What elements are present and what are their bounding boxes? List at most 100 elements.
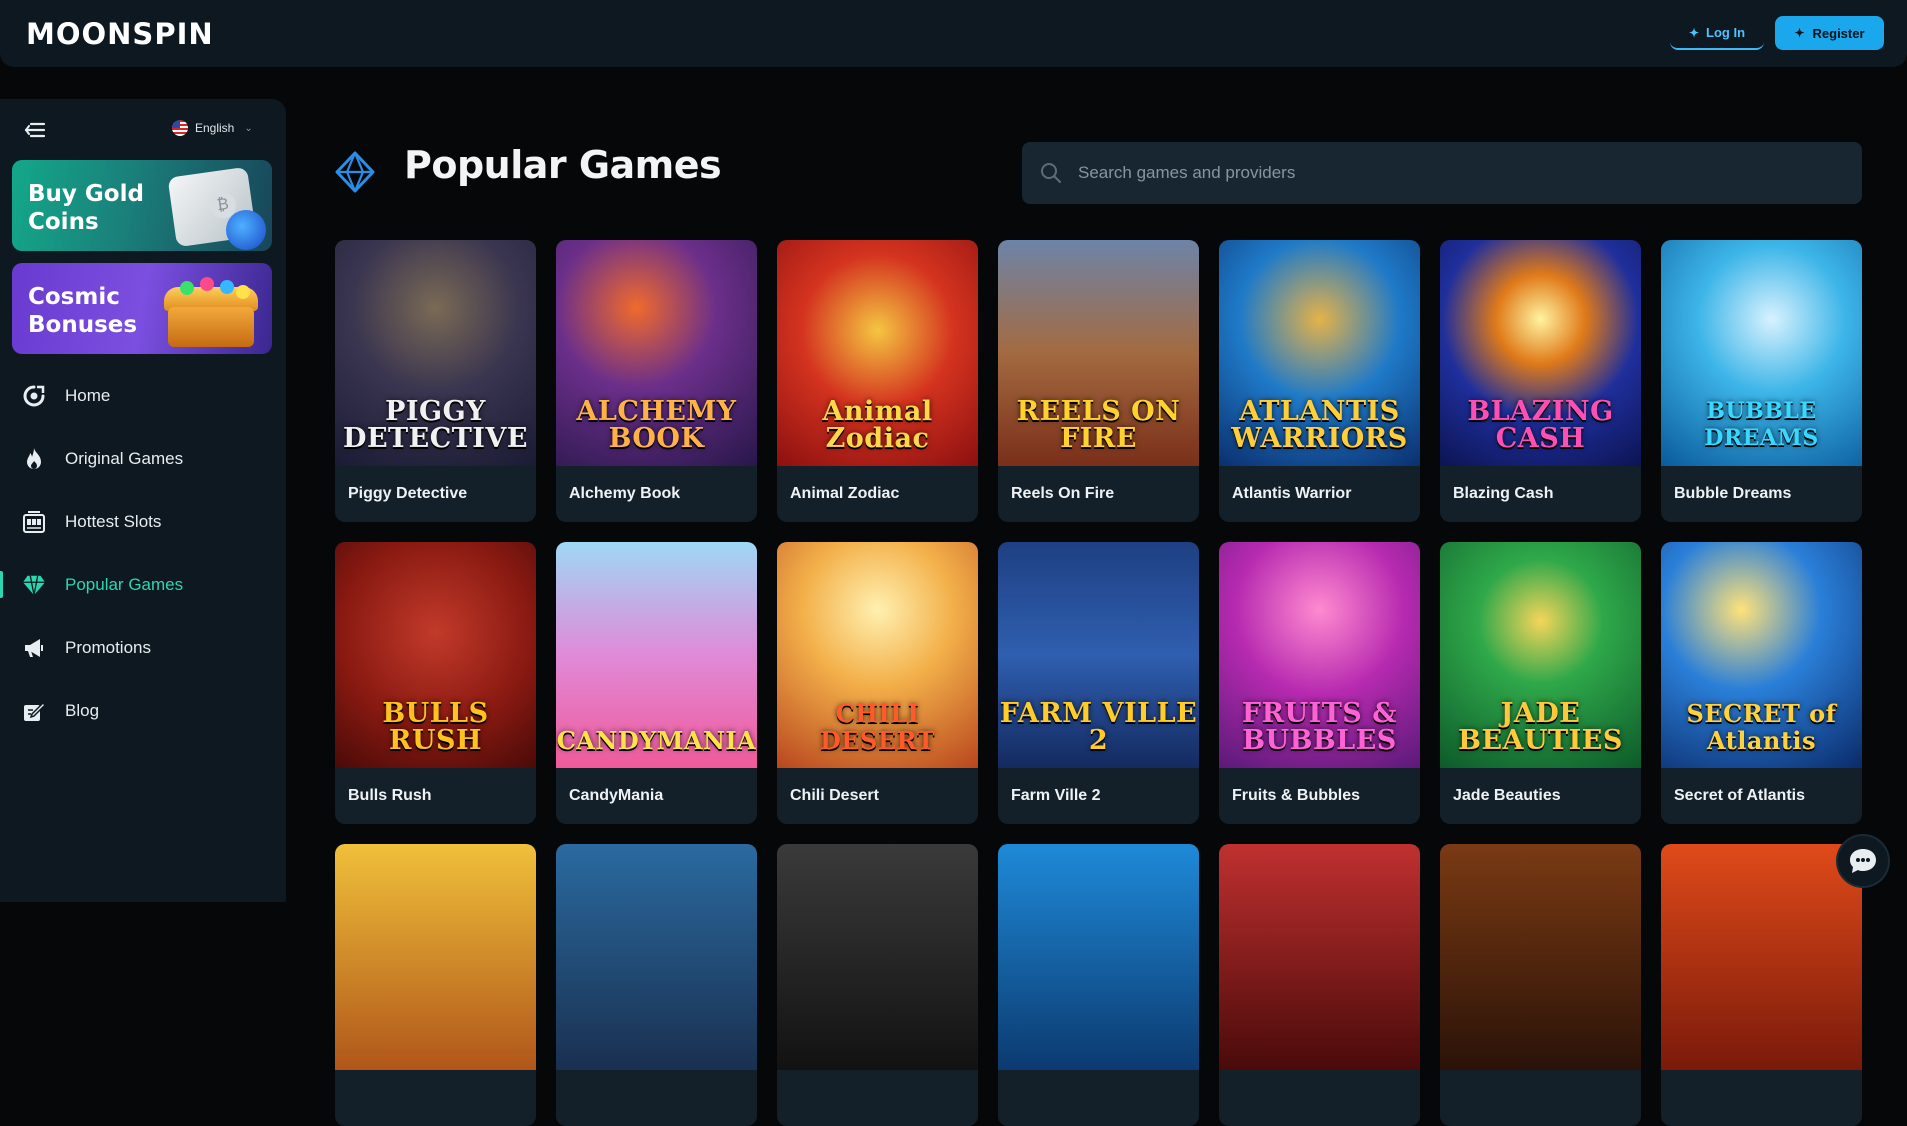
game-card-jade-beauties[interactable]: JADE BEAUTIES Jade Beauties <box>1440 542 1641 824</box>
edit-icon <box>22 699 46 723</box>
game-title: Secret of Atlantis <box>1674 787 1805 804</box>
game-card-fruits-bubbles[interactable]: FRUITS & BUBBLES Fruits & Bubbles <box>1219 542 1420 824</box>
sidebar-item-label: Original Games <box>65 448 184 468</box>
games-grid: PIGGY DETECTIVE Piggy Detective ALCHEMY … <box>335 240 1862 1126</box>
game-card[interactable] <box>1661 844 1862 1126</box>
game-title: Blazing Cash <box>1453 485 1554 502</box>
top-bar: MOONSPIN ✦ Log In ✦ Register <box>0 0 1907 67</box>
login-label: Log In <box>1706 25 1746 40</box>
game-thumbnail: BLAZING CASH <box>1440 240 1641 466</box>
coin-icon <box>226 210 266 250</box>
language-selector[interactable]: English ⌄ <box>172 120 253 136</box>
game-title: CandyMania <box>569 787 664 804</box>
collapse-menu-icon[interactable] <box>24 121 46 139</box>
game-thumbnail <box>335 844 536 1070</box>
sidebar-item-label: Popular Games <box>65 574 184 594</box>
sidebar-item-popular-games[interactable]: Popular Games <box>0 553 286 616</box>
game-thumbnail: JADE BEAUTIES <box>1440 542 1641 768</box>
game-thumbnail: ATLANTIS WARRIORS <box>1219 240 1420 466</box>
game-thumbnail <box>1219 844 1420 1070</box>
game-card-chili-desert[interactable]: CHILI DESERT Chili Desert <box>777 542 978 824</box>
sidebar: English ⌄ Buy Gold Coins Cosmic Bonuses … <box>0 99 286 902</box>
game-card[interactable] <box>556 844 757 1126</box>
cosmic-bonuses-banner[interactable]: Cosmic Bonuses <box>12 263 272 354</box>
game-card[interactable] <box>335 844 536 1126</box>
register-button[interactable]: ✦ Register <box>1775 16 1884 50</box>
game-card-atlantis-warrior[interactable]: ATLANTIS WARRIORS Atlantis Warrior <box>1219 240 1420 522</box>
buy-gold-coins-banner[interactable]: Buy Gold Coins <box>12 160 272 251</box>
promo-label: Buy Gold Coins <box>28 181 144 235</box>
game-card-alchemy-book[interactable]: ALCHEMY BOOK Alchemy Book <box>556 240 757 522</box>
game-logo-text: REELS ON FIRE <box>1016 396 1181 454</box>
sidebar-nav: Home Original Games Hottest Slots Popula… <box>0 364 286 742</box>
game-logo-text: CANDYMANIA <box>556 726 757 755</box>
game-logo-text: BUBBLE DREAMS <box>1704 398 1819 451</box>
game-title: Atlantis Warrior <box>1232 485 1352 502</box>
us-flag-icon <box>172 120 188 136</box>
game-thumbnail: BUBBLE DREAMS <box>1661 240 1862 466</box>
game-logo-text: SECRET of Atlantis <box>1686 699 1837 755</box>
chat-icon <box>1850 849 1876 873</box>
game-logo-text: FARM VILLE 2 <box>999 698 1198 756</box>
game-logo-text: ALCHEMY BOOK <box>576 396 737 454</box>
game-title: Animal Zodiac <box>790 485 900 502</box>
game-card-bubble-dreams[interactable]: BUBBLE DREAMS Bubble Dreams <box>1661 240 1862 522</box>
game-thumbnail: CANDYMANIA <box>556 542 757 768</box>
moonspin-logo[interactable]: MOONSPIN <box>26 17 214 51</box>
game-card-blazing-cash[interactable]: BLAZING CASH Blazing Cash <box>1440 240 1641 522</box>
sparkle-icon: ✦ <box>1794 26 1805 40</box>
sidebar-item-hottest-slots[interactable]: Hottest Slots <box>0 490 286 553</box>
diamond-icon <box>22 573 46 597</box>
game-logo-text: BULLS RUSH <box>382 698 489 756</box>
chevron-down-icon: ⌄ <box>244 122 253 134</box>
register-label: Register <box>1812 25 1865 41</box>
game-logo-text: CHILI DESERT <box>819 699 936 755</box>
search-input[interactable] <box>1078 163 1838 183</box>
game-card-candymania[interactable]: CANDYMANIA CandyMania <box>556 542 757 824</box>
search-bar[interactable] <box>1022 142 1862 204</box>
game-card-animal-zodiac[interactable]: Animal Zodiac Animal Zodiac <box>777 240 978 522</box>
flame-icon <box>22 447 46 471</box>
chat-support-button[interactable] <box>1838 836 1888 886</box>
game-thumbnail: PIGGY DETECTIVE <box>335 240 536 466</box>
game-title: Fruits & Bubbles <box>1232 787 1361 804</box>
megaphone-icon <box>22 636 46 660</box>
game-thumbnail: FARM VILLE 2 <box>998 542 1199 768</box>
game-thumbnail: BULLS RUSH <box>335 542 536 768</box>
game-title: Piggy Detective <box>348 485 468 502</box>
game-thumbnail <box>777 844 978 1070</box>
game-thumbnail: SECRET of Atlantis <box>1661 542 1862 768</box>
game-thumbnail: Animal Zodiac <box>777 240 978 466</box>
game-card[interactable] <box>777 844 978 1126</box>
sidebar-item-original-games[interactable]: Original Games <box>0 427 286 490</box>
game-title: Bulls Rush <box>348 787 432 804</box>
sidebar-item-home[interactable]: Home <box>0 364 286 427</box>
game-thumbnail <box>1440 844 1641 1070</box>
game-thumbnail <box>998 844 1199 1070</box>
game-card-piggy-detective[interactable]: PIGGY DETECTIVE Piggy Detective <box>335 240 536 522</box>
game-card[interactable] <box>1440 844 1641 1126</box>
search-icon <box>1041 163 1061 183</box>
game-thumbnail <box>556 844 757 1070</box>
language-label: English <box>195 121 235 135</box>
game-card-bulls-rush[interactable]: BULLS RUSH Bulls Rush <box>335 542 536 824</box>
sparkle-icon: ✦ <box>1688 25 1700 40</box>
game-card-secret-of-atlantis[interactable]: SECRET of Atlantis Secret of Atlantis <box>1661 542 1862 824</box>
game-thumbnail: CHILI DESERT <box>777 542 978 768</box>
game-title: Farm Ville 2 <box>1011 787 1101 804</box>
sidebar-item-promotions[interactable]: Promotions <box>0 616 286 679</box>
page-title: Popular Games <box>404 143 722 187</box>
game-logo-text: Animal Zodiac <box>822 396 933 454</box>
sidebar-item-label: Blog <box>65 700 100 720</box>
game-card[interactable] <box>1219 844 1420 1126</box>
game-title: Reels On Fire <box>1011 485 1115 502</box>
sidebar-item-label: Hottest Slots <box>65 511 162 531</box>
game-title: Bubble Dreams <box>1674 485 1792 502</box>
game-card-reels-on-fire[interactable]: REELS ON FIRE Reels On Fire <box>998 240 1199 522</box>
sidebar-item-blog[interactable]: Blog <box>0 679 286 742</box>
game-logo-text: ATLANTIS WARRIORS <box>1231 396 1408 454</box>
game-card[interactable] <box>998 844 1199 1126</box>
game-thumbnail: FRUITS & BUBBLES <box>1219 542 1420 768</box>
login-button[interactable]: ✦ Log In <box>1670 17 1764 50</box>
game-card-farm-ville-2[interactable]: FARM VILLE 2 Farm Ville 2 <box>998 542 1199 824</box>
